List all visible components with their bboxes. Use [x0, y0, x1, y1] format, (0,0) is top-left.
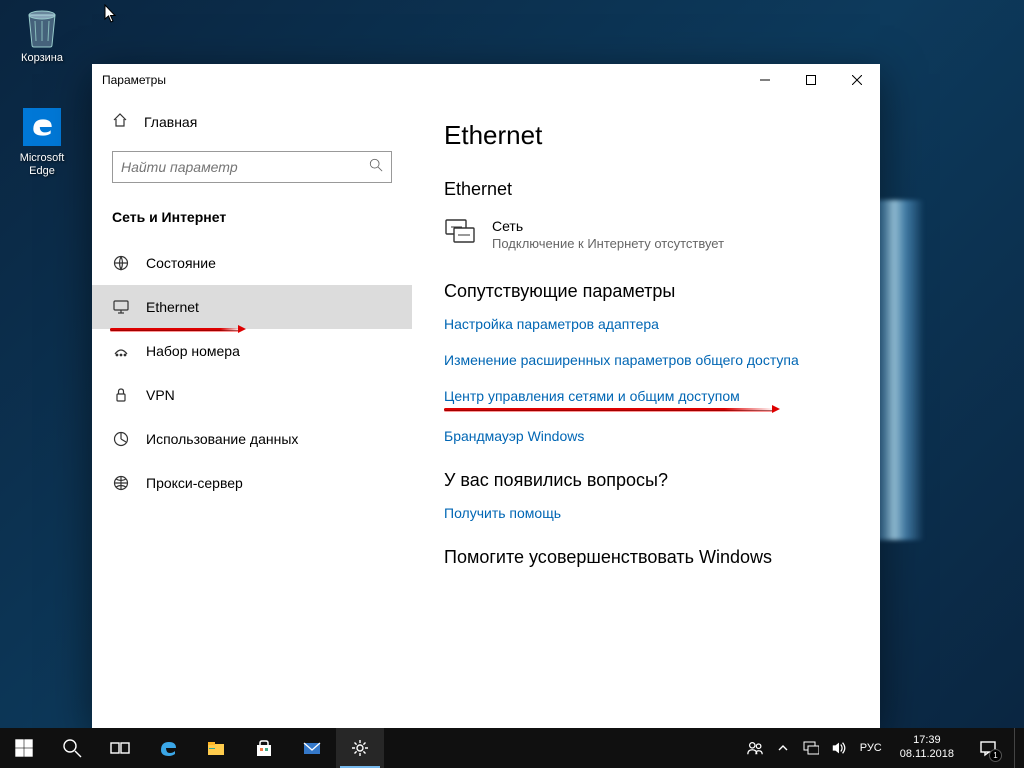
nav-proxy[interactable]: Прокси-сервер	[92, 461, 412, 505]
link-adapter[interactable]: Настройка параметров адаптера	[444, 316, 848, 332]
section-related: Сопутствующие параметры	[444, 281, 848, 302]
network-icon	[444, 218, 476, 251]
minimize-button[interactable]	[742, 64, 788, 96]
network-row[interactable]: Сеть Подключение к Интернету отсутствует	[444, 218, 848, 251]
proxy-icon	[112, 475, 130, 491]
nav-data-usage[interactable]: Использование данных	[92, 417, 412, 461]
start-button[interactable]	[0, 728, 48, 768]
link-network-center[interactable]: Центр управления сетями и общим доступом	[444, 388, 848, 404]
search-box[interactable]	[112, 151, 392, 183]
edge-label: Microsoft Edge	[6, 152, 78, 178]
nav-status[interactable]: Состояние	[92, 241, 412, 285]
taskbar-mail[interactable]	[288, 728, 336, 768]
network-tray-icon[interactable]	[800, 728, 822, 768]
recycle-bin-label: Корзина	[6, 52, 78, 65]
link-sharing[interactable]: Изменение расширенных параметров общего …	[444, 352, 848, 368]
network-name: Сеть	[492, 218, 724, 234]
vpn-icon	[112, 387, 130, 403]
dialup-icon	[112, 343, 130, 359]
section-feedback: Помогите усовершенствовать Windows	[444, 547, 848, 568]
network-desc: Подключение к Интернету отсутствует	[492, 236, 724, 251]
nav-dialup[interactable]: Набор номера	[92, 329, 412, 373]
nav-label: Прокси-сервер	[146, 475, 243, 491]
clock-date: 08.11.2018	[900, 748, 954, 762]
ethernet-icon	[112, 299, 130, 315]
recycle-bin-icon	[21, 6, 63, 48]
language-indicator[interactable]: РУС	[856, 742, 886, 754]
home-label: Главная	[144, 114, 197, 130]
search-input[interactable]	[121, 159, 369, 175]
action-center-icon[interactable]: 1	[968, 728, 1008, 768]
taskbar: РУС 17:39 08.11.2018 1	[0, 728, 1024, 768]
edge-icon-desktop[interactable]: Microsoft Edge	[6, 106, 78, 178]
nav-label: Ethernet	[146, 299, 199, 315]
close-button[interactable]	[834, 64, 880, 96]
taskbar-store[interactable]	[240, 728, 288, 768]
category-header: Сеть и Интернет	[92, 203, 412, 241]
show-desktop-button[interactable]	[1014, 728, 1020, 768]
home-icon	[112, 112, 128, 131]
titlebar[interactable]: Параметры	[92, 64, 880, 96]
tray-chevron-up-icon[interactable]	[772, 728, 794, 768]
section-ethernet: Ethernet	[444, 179, 848, 200]
taskbar-explorer[interactable]	[192, 728, 240, 768]
task-view-button[interactable]	[96, 728, 144, 768]
section-questions: У вас появились вопросы?	[444, 470, 848, 491]
link-firewall[interactable]: Брандмауэр Windows	[444, 428, 848, 444]
taskbar-edge[interactable]	[144, 728, 192, 768]
data-usage-icon	[112, 431, 130, 447]
taskbar-settings[interactable]	[336, 728, 384, 768]
settings-window: Параметры Главная Сеть и Интернет Состоя…	[92, 64, 880, 728]
status-icon	[112, 255, 130, 271]
nav-ethernet[interactable]: Ethernet	[92, 285, 412, 329]
notif-badge: 1	[989, 749, 1002, 762]
edge-icon	[21, 106, 63, 148]
search-button[interactable]	[48, 728, 96, 768]
search-icon	[369, 158, 383, 177]
annotation-underline	[444, 408, 774, 411]
nav-vpn[interactable]: VPN	[92, 373, 412, 417]
home-link[interactable]: Главная	[92, 96, 412, 143]
nav-label: Набор номера	[146, 343, 240, 359]
system-tray: РУС 17:39 08.11.2018 1	[744, 728, 1024, 768]
volume-icon[interactable]	[828, 728, 850, 768]
link-help[interactable]: Получить помощь	[444, 505, 848, 521]
page-title: Ethernet	[444, 120, 848, 151]
recycle-bin[interactable]: Корзина	[6, 6, 78, 65]
people-icon[interactable]	[744, 728, 766, 768]
clock-time: 17:39	[900, 734, 954, 748]
nav-label: VPN	[146, 387, 175, 403]
clock[interactable]: 17:39 08.11.2018	[892, 734, 962, 762]
nav-label: Состояние	[146, 255, 216, 271]
sidebar: Главная Сеть и Интернет Состояние Ethern…	[92, 96, 412, 728]
nav-label: Использование данных	[146, 431, 298, 447]
content-pane: Ethernet Ethernet Сеть Подключение к Инт…	[412, 96, 880, 728]
maximize-button[interactable]	[788, 64, 834, 96]
window-title: Параметры	[102, 73, 742, 87]
